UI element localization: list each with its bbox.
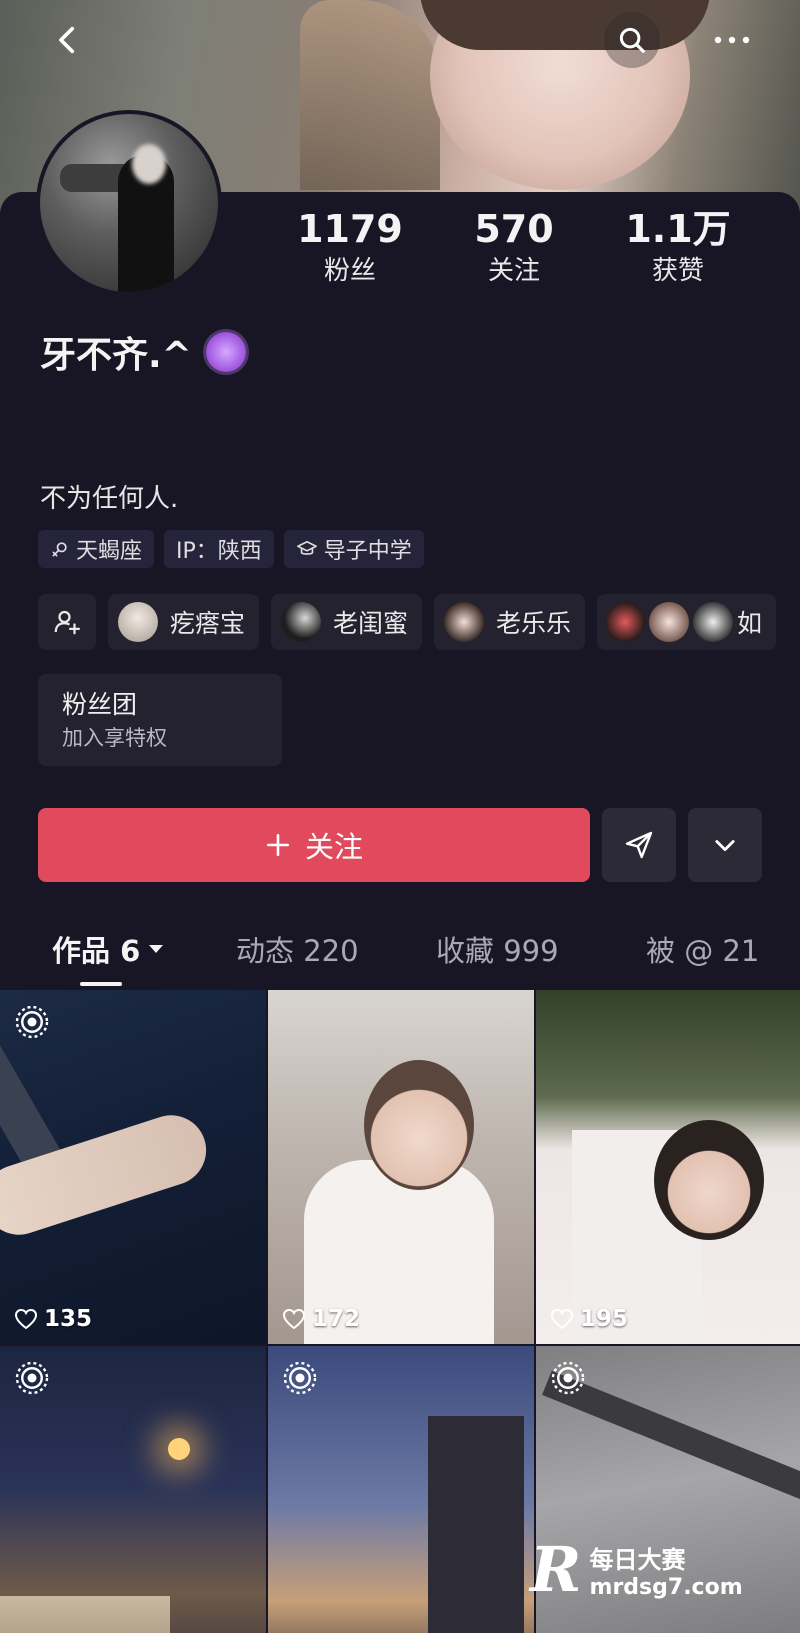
- tab-mentions[interactable]: 被 @ 21: [646, 928, 759, 970]
- watermark-logo: R: [530, 1533, 582, 1606]
- tag-text: 导子中学: [323, 539, 412, 564]
- message-button[interactable]: [602, 808, 676, 882]
- post-likes: 195: [550, 1306, 628, 1332]
- thumbnail-detail: [428, 1416, 524, 1633]
- live-photo-icon: [15, 1361, 49, 1395]
- tab-activity[interactable]: 动态 220: [236, 928, 359, 970]
- fan-club-card[interactable]: 粉丝团 加入享特权: [38, 674, 282, 766]
- thumbnail-detail: [168, 1438, 190, 1460]
- post-thumbnail[interactable]: 195: [536, 990, 800, 1344]
- tag-ip: IP：陕西: [164, 530, 274, 568]
- avatar[interactable]: [36, 110, 222, 296]
- post-thumbnail[interactable]: [0, 1346, 266, 1633]
- friend-avatar: [118, 602, 158, 642]
- tag-text: 天蝎座: [76, 539, 143, 564]
- tag-text: IP：陕西: [176, 539, 262, 564]
- stat-number: 1179: [297, 207, 403, 251]
- watermark-line1: 每日大赛: [589, 1546, 686, 1574]
- tab-label: 被 @ 21: [646, 934, 760, 968]
- plus-icon: [266, 833, 290, 857]
- watermark-line2: mrdsg7.com: [589, 1575, 743, 1600]
- more-button[interactable]: [704, 12, 760, 68]
- post-thumbnail[interactable]: 172: [268, 990, 534, 1344]
- heart-icon: [550, 1308, 574, 1330]
- tag-school[interactable]: 导子中学: [283, 530, 424, 568]
- more-dots-icon: [714, 36, 750, 44]
- cover-photo-hair: [420, 0, 710, 50]
- profile-tags: 天蝎座 IP：陕西 导子中学: [38, 530, 424, 568]
- nickname-text: 牙不齐.^: [40, 335, 192, 376]
- heart-icon: [14, 1308, 38, 1330]
- friend-label: 疙瘩宝: [170, 609, 246, 638]
- thumbnail-detail: [654, 1120, 764, 1240]
- friend-chip[interactable]: 老闺蜜: [271, 594, 423, 650]
- thumbnail-detail: [0, 1596, 170, 1633]
- stat-followers[interactable]: 1179 粉丝: [270, 206, 430, 288]
- profile-bio: 不为任何人.: [40, 484, 179, 514]
- search-icon: [619, 27, 645, 53]
- friend-avatar: [649, 602, 690, 642]
- friend-avatar: [693, 602, 734, 642]
- stat-label: 获赞: [651, 256, 704, 286]
- post-likes-count: 135: [44, 1306, 93, 1332]
- fan-club-subtitle: 加入享特权: [62, 726, 167, 750]
- live-photo-icon: [551, 1361, 585, 1395]
- friend-chip[interactable]: 疙瘩宝: [108, 594, 260, 650]
- watermark: R 每日大赛 mrdsg7.com: [530, 1530, 800, 1610]
- friend-chip-group[interactable]: 如: [597, 594, 777, 650]
- thumbnail-detail: [364, 1060, 474, 1190]
- add-friend-button[interactable]: [38, 594, 96, 650]
- post-likes: 135: [14, 1306, 92, 1332]
- add-person-icon: [54, 610, 80, 635]
- friend-label: 如: [737, 609, 763, 638]
- tag-zodiac: 天蝎座: [38, 530, 155, 568]
- post-likes-count: 195: [580, 1306, 629, 1332]
- profile-nickname: 牙不齐.^: [40, 326, 246, 378]
- follow-label: 关注: [304, 830, 363, 864]
- friend-avatar: [605, 602, 646, 642]
- tab-favorites[interactable]: 收藏 999: [436, 928, 559, 970]
- follow-button[interactable]: 关注: [38, 808, 590, 882]
- watermark-text: 每日大赛 mrdsg7.com: [590, 1540, 743, 1600]
- stat-number: 570: [474, 207, 554, 251]
- content-tabs: 作品 6 动态 220 收藏 999 被 @ 21: [0, 928, 800, 986]
- send-icon: [625, 831, 653, 859]
- caret-down-icon: [149, 945, 164, 953]
- stat-number: 1.1万: [625, 207, 731, 251]
- stat-label: 关注: [487, 256, 540, 286]
- back-button[interactable]: [40, 12, 96, 68]
- friend-avatar: [281, 602, 322, 642]
- search-button[interactable]: [604, 12, 660, 68]
- post-likes-count: 172: [312, 1306, 361, 1332]
- heart-icon: [282, 1308, 306, 1330]
- verified-badge-icon[interactable]: [205, 332, 246, 372]
- stat-likes[interactable]: 1.1万 获赞: [598, 206, 758, 288]
- post-thumbnail[interactable]: 135: [0, 990, 266, 1344]
- stat-following[interactable]: 570 关注: [434, 206, 594, 288]
- live-photo-icon: [15, 1005, 49, 1039]
- friends-row: 疙瘩宝 老闺蜜 老乐乐 如: [38, 594, 800, 650]
- female-symbol-icon: [52, 542, 67, 557]
- stat-label: 粉丝: [323, 256, 376, 286]
- graduation-cap-icon: [296, 540, 317, 555]
- chevron-left-icon: [59, 26, 75, 54]
- friend-chip[interactable]: 老乐乐: [434, 594, 586, 650]
- avatar-photo-face: [132, 144, 166, 184]
- active-tab-indicator: [80, 982, 122, 986]
- post-thumbnail[interactable]: [268, 1346, 534, 1633]
- friend-avatar: [444, 602, 485, 642]
- tab-works[interactable]: 作品 6: [52, 928, 164, 970]
- chevron-down-icon: [715, 840, 735, 852]
- cover-photo-detail: [300, 0, 440, 190]
- post-likes: 172: [282, 1306, 360, 1332]
- fan-club-title: 粉丝团: [62, 690, 138, 719]
- tab-label: 作品 6: [52, 934, 141, 968]
- tab-label: 收藏 999: [436, 934, 559, 968]
- friend-label: 老乐乐: [496, 609, 572, 638]
- expand-button[interactable]: [688, 808, 762, 882]
- tab-label: 动态 220: [236, 934, 359, 968]
- live-photo-icon: [283, 1361, 317, 1395]
- friend-label: 老闺蜜: [333, 609, 409, 638]
